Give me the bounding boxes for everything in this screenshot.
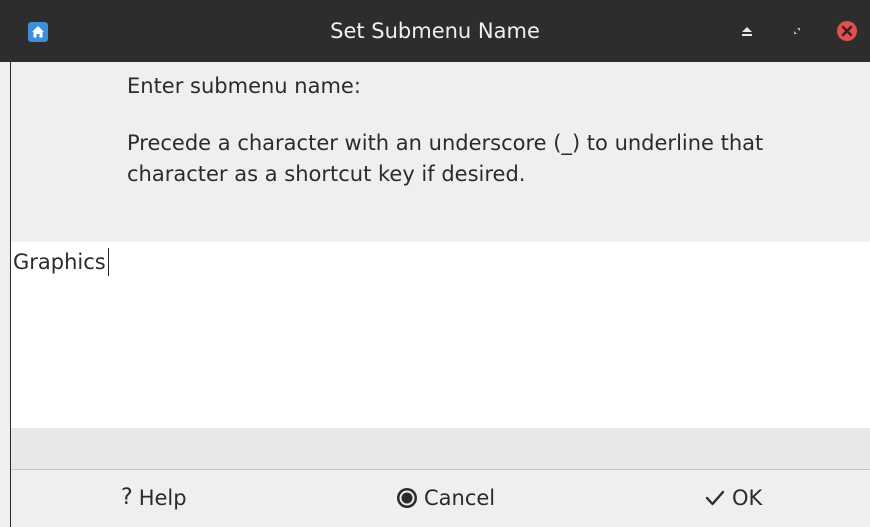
close-icon xyxy=(837,21,857,41)
dialog-body: Enter submenu name: Precede a character … xyxy=(10,62,870,527)
hint-line-2: character as a shortcut key if desired. xyxy=(127,162,526,186)
help-button[interactable]: ? Help xyxy=(121,478,187,518)
checkmark-icon xyxy=(704,487,726,509)
ok-button[interactable]: OK xyxy=(704,478,762,518)
cancel-label: Cancel xyxy=(424,486,496,510)
hint-text: Precede a character with an underscore (… xyxy=(127,128,827,190)
hint-line-1: Precede a character with an underscore (… xyxy=(127,131,764,155)
restore-button[interactable] xyxy=(786,20,808,42)
close-button[interactable] xyxy=(836,20,858,42)
title-bar[interactable]: Set Submenu Name xyxy=(0,0,870,62)
submenu-name-value[interactable]: Graphics xyxy=(13,248,109,276)
help-label: Help xyxy=(138,486,187,510)
prompt-label: Enter submenu name: xyxy=(127,74,361,98)
button-bar: ? Help Cancel OK xyxy=(11,470,870,527)
ok-label: OK xyxy=(732,486,763,510)
spacer xyxy=(11,428,870,469)
shade-button[interactable] xyxy=(736,20,758,42)
dialog-window: Set Submenu Name Enter submenu name: Pre… xyxy=(0,0,870,527)
restore-icon xyxy=(794,28,800,34)
cancel-circle-icon xyxy=(396,487,418,509)
submenu-name-input[interactable]: Graphics xyxy=(11,242,870,428)
question-icon: ? xyxy=(121,485,133,510)
shade-icon xyxy=(742,27,752,36)
cancel-button[interactable]: Cancel xyxy=(396,478,495,518)
